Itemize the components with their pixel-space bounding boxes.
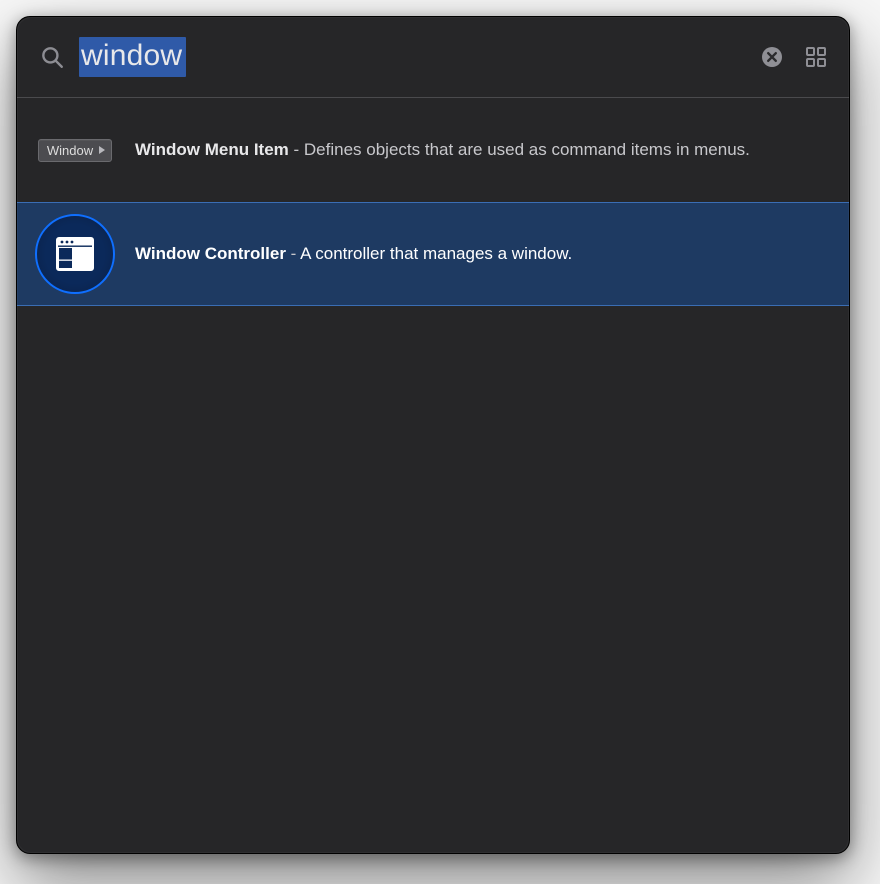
search-icon (39, 44, 65, 70)
result-window-menu-item[interactable]: Window Window Menu Item - Defines object… (17, 98, 849, 202)
grid-view-toggle[interactable] (801, 42, 831, 72)
results-list: Window Window Menu Item - Defines object… (17, 98, 849, 306)
result-thumbnail: Window (31, 112, 119, 188)
result-title: Window Controller (135, 244, 286, 263)
chevron-right-icon (99, 146, 105, 154)
result-title: Window Menu Item (135, 140, 289, 159)
result-text: Window Controller - A controller that ma… (135, 241, 827, 267)
result-separator: - (289, 140, 304, 159)
clear-search-button[interactable] (757, 42, 787, 72)
result-description: A controller that manages a window. (300, 244, 572, 263)
result-separator: - (286, 244, 300, 263)
search-input[interactable]: window (79, 36, 743, 78)
result-thumbnail (31, 216, 119, 292)
search-bar: window (17, 17, 849, 97)
result-window-controller[interactable]: Window Controller - A controller that ma… (17, 202, 849, 306)
result-text: Window Menu Item - Defines objects that … (135, 137, 827, 163)
window-controller-icon (35, 214, 115, 294)
object-library-popover: window Window (16, 16, 850, 854)
chip-label: Window (47, 143, 93, 158)
menu-item-chip-icon: Window (38, 139, 112, 162)
search-input-value: window (79, 37, 186, 77)
result-description: Defines objects that are used as command… (304, 140, 750, 159)
